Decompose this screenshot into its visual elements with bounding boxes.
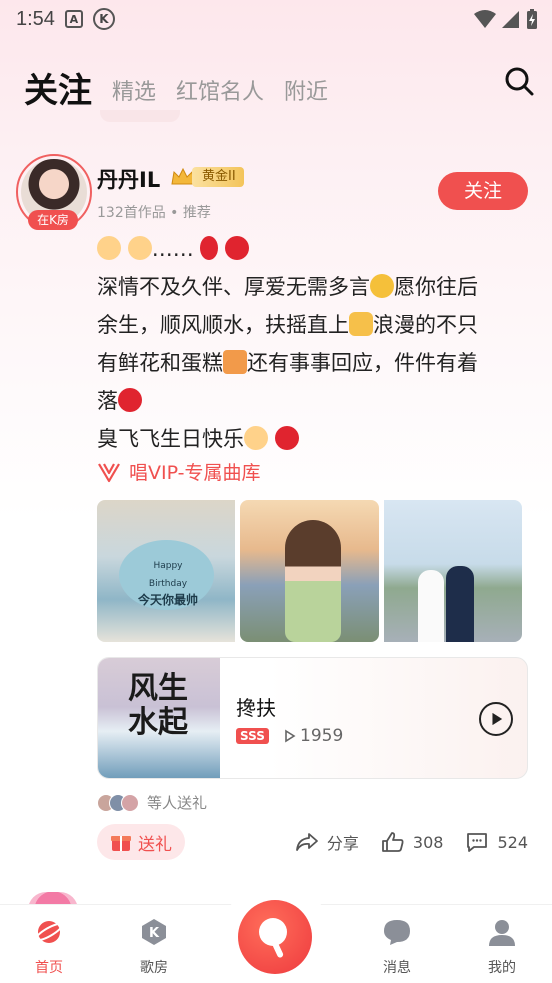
play-count-value: 1959: [300, 726, 344, 746]
heart-emoji-icon: [118, 388, 142, 412]
ktv-room-icon: K: [142, 919, 166, 945]
cake-main-text: 今天你最帅: [137, 593, 198, 607]
birthday-cake-emoji-icon: [97, 236, 121, 260]
rock-hand-emoji-icon: [349, 312, 373, 336]
play-count: 1959: [284, 726, 343, 746]
song-card[interactable]: 风生水起 搀扶 SSS 1959: [97, 657, 528, 779]
status-bar: 1:54 A K: [0, 0, 552, 38]
post-image-cake[interactable]: Happy Birthday 今天你最帅: [97, 500, 236, 642]
post-text-line: 还有事事回应，件件有着: [247, 351, 478, 375]
svg-text:K: K: [149, 926, 160, 941]
wifi-icon: [474, 10, 496, 28]
play-count-icon: [285, 729, 296, 743]
vip-song-library-link[interactable]: 唱VIP-专属曲库: [97, 458, 261, 485]
send-gift-button[interactable]: 送礼: [97, 824, 185, 860]
cover-calligraphy: 风生水起: [128, 671, 188, 740]
share-icon: [295, 833, 318, 851]
heart-emoji-icon: [225, 236, 250, 260]
gifters-text: 等人送礼: [147, 794, 208, 812]
post-text-line: 臭飞飞生日快乐: [97, 427, 244, 451]
song-cover-image: 风生水起: [98, 658, 220, 778]
user-name[interactable]: 丹丹IL: [97, 164, 160, 194]
birthday-cake-emoji-icon: [127, 236, 152, 260]
heart-emoji-icon: [274, 426, 299, 450]
girl-figure: [285, 520, 342, 642]
person-figure: [445, 566, 474, 642]
tab-nearby[interactable]: 附近: [284, 82, 328, 108]
in-room-badge[interactable]: 在K房: [28, 210, 78, 230]
play-icon[interactable]: [479, 702, 513, 736]
previous-item-edge: [100, 110, 180, 122]
app-notification-icon: A: [64, 10, 83, 28]
level-badge: 黄金II: [170, 166, 244, 188]
thumbs-up-icon: [382, 832, 404, 852]
post-actions: 分享 308 524: [281, 830, 528, 854]
level-label: 黄金II: [192, 167, 244, 187]
song-title: 搀扶: [236, 696, 276, 720]
share-label: 分享: [326, 834, 359, 853]
comment-button[interactable]: 524: [465, 831, 528, 853]
nav-home[interactable]: 首页: [19, 917, 79, 977]
nav-messages-label: 消息: [383, 960, 411, 976]
nav-messages[interactable]: 消息: [367, 917, 427, 977]
nav-rooms-label: 歌房: [140, 960, 168, 976]
tab-following[interactable]: 关注: [24, 74, 92, 108]
cake-top-text: Happy Birthday: [148, 561, 188, 589]
top-tab-bar: 关注 精选 红馆名人 附近: [24, 58, 536, 108]
comment-count: 524: [497, 832, 528, 852]
post-image-couple[interactable]: [383, 500, 522, 642]
home-planet-icon: [34, 921, 64, 943]
battery-icon: [527, 9, 537, 29]
comment-icon: [467, 833, 488, 852]
signal-icon: [502, 11, 519, 28]
vip-v-icon: [98, 462, 120, 482]
cake-inscription: Happy Birthday 今天你最帅: [133, 556, 203, 608]
post-text-line: 愿你往后: [394, 275, 478, 299]
cake-slice-emoji-icon: [223, 350, 247, 374]
vip-link-text: 唱VIP-专属曲库: [129, 462, 261, 484]
post-text: …… 深情不及久伴、厚爱无需多言 愿你往后 余生，顺风顺水，扶摇直上 浪漫的不只 有…: [97, 230, 527, 458]
smiling-hearts-emoji-icon: [370, 274, 394, 298]
search-icon[interactable]: [502, 64, 536, 98]
follow-button[interactable]: 关注: [438, 172, 528, 210]
post-image-grid: Happy Birthday 今天你最帅: [97, 500, 522, 642]
like-button[interactable]: 308: [381, 831, 444, 853]
person-figure: [417, 570, 444, 642]
status-time: 1:54: [16, 7, 55, 30]
gift-label: 送礼: [138, 834, 172, 855]
like-count: 308: [412, 832, 444, 852]
post-text-line: 浪漫的不只: [373, 313, 478, 337]
microphone-icon: [259, 918, 287, 946]
gift-senders[interactable]: 等人送礼: [97, 792, 207, 813]
post-text-line: 余生，顺风顺水，扶摇直上: [97, 313, 349, 337]
post-text-line: ……: [151, 237, 194, 261]
post-text-line: 落: [97, 389, 118, 413]
gifter-avatar: [121, 793, 139, 812]
post-meta: 132首作品 • 推荐: [97, 205, 211, 221]
post-text-line: 有鲜花和蛋糕: [97, 351, 223, 375]
nav-profile[interactable]: 我的: [472, 917, 532, 977]
nav-home-label: 首页: [35, 960, 63, 976]
karaoke-notification-icon: K: [92, 8, 115, 30]
messages-icon: [384, 920, 410, 945]
post-image-girl[interactable]: [240, 500, 379, 642]
tab-celebrities[interactable]: 红馆名人: [176, 82, 264, 108]
gift-icon: [111, 836, 131, 851]
profile-icon: [489, 920, 515, 946]
nav-profile-label: 我的: [488, 960, 516, 976]
tab-featured[interactable]: 精选: [112, 82, 156, 108]
birthday-cake-emoji-icon: [244, 426, 268, 450]
score-tag: SSS: [236, 728, 269, 744]
post-text-line: 深情不及久伴、厚爱无需多言: [97, 275, 370, 299]
nav-rooms[interactable]: K 歌房: [124, 917, 184, 977]
rose-emoji-icon: [200, 236, 219, 260]
share-button[interactable]: 分享: [295, 830, 359, 854]
